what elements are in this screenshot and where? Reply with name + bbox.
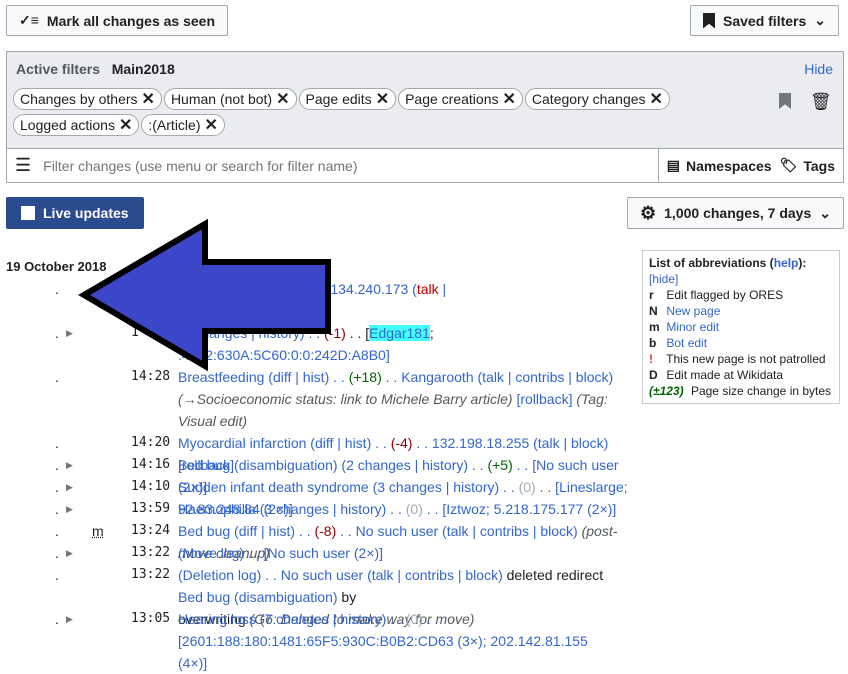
arrow-shape [78,218,331,372]
row-text[interactable]: (4×)] [178,655,207,671]
blue-arrow-overlay [78,218,331,372]
